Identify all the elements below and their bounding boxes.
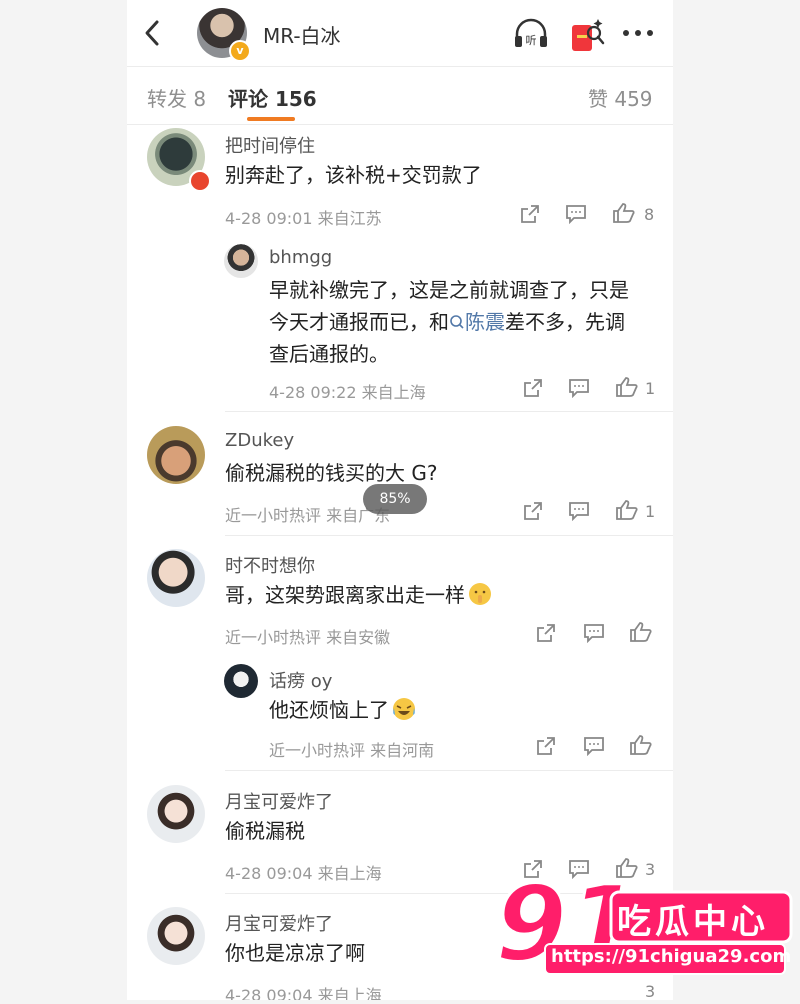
reply-icon[interactable]	[583, 623, 605, 643]
red-packet-search-icon[interactable]	[570, 17, 606, 53]
comment-meta: 近一小时热评 来自安徽	[225, 628, 391, 647]
reply-text-line: 早就补缴完了，这是之前就调查了，只是	[269, 278, 629, 302]
like-count: 1	[645, 379, 656, 398]
commenter-name[interactable]: ZDukey	[225, 430, 294, 451]
divider	[225, 770, 673, 771]
like-count: 8	[644, 205, 655, 224]
commenter-avatar[interactable]	[147, 785, 205, 843]
comment-text: 哥，这架势跟离家出走一样	[225, 579, 493, 611]
badge-icon	[189, 170, 211, 192]
shush-emoji-icon	[469, 583, 491, 605]
reply-name[interactable]: 话痨 oy	[269, 667, 332, 693]
like-count: 1	[645, 502, 656, 521]
laughing-crying-emoji-icon	[393, 698, 415, 720]
topic-link-text[interactable]: 陈震	[465, 310, 505, 334]
commenter-avatar[interactable]	[147, 426, 205, 484]
divider	[225, 411, 673, 412]
headphones-icon[interactable]: 听	[511, 17, 551, 51]
tab-bar: 转发 8 评论 156 赞 459	[127, 66, 673, 125]
commenter-name[interactable]: 月宝可爱炸了	[225, 910, 333, 936]
tab-reposts[interactable]: 转发 8	[147, 83, 206, 112]
like-icon[interactable]	[629, 734, 653, 756]
watermark-url: https://91chigua29.com	[551, 946, 792, 967]
reply-text-content: 他还烦恼上了	[269, 698, 389, 722]
page-title[interactable]: MR-白冰	[263, 20, 341, 49]
like-icon[interactable]	[612, 202, 636, 224]
repost-icon[interactable]	[522, 377, 544, 399]
reply-text-line: 差不多，先调	[505, 310, 625, 334]
comment-meta: 4-28 09:01 来自江苏	[225, 209, 382, 228]
comment-text: 你也是凉凉了啊	[225, 941, 365, 965]
reply-text-line: 查后通报的。	[269, 342, 389, 366]
reply-text-line: 今天才通报而已，和	[269, 310, 449, 334]
reply-icon[interactable]	[583, 736, 605, 756]
search-icon	[450, 315, 464, 329]
watermark-name: 吃瓜中心	[617, 902, 769, 942]
tab-comments[interactable]: 评论 156	[228, 83, 317, 112]
comment-text-content: 哥，这架势跟离家出走一样	[225, 583, 465, 607]
reply-icon[interactable]	[568, 378, 590, 398]
reply-avatar[interactable]	[224, 664, 258, 698]
reply-text: 早就补缴完了，这是之前就调查了，只是 今天才通报而已，和 陈震差不多，先调 查后通…	[269, 274, 649, 370]
repost-icon[interactable]	[535, 735, 557, 757]
like-icon[interactable]	[615, 376, 639, 398]
like-icon[interactable]	[615, 499, 639, 521]
comment-text: 偷税漏税	[225, 819, 305, 843]
reply-meta: 近一小时热评 来自河南	[269, 741, 435, 760]
site-watermark: 91 吃瓜中心 https://91chigua29.com	[493, 862, 800, 1000]
reply-text: 他还烦恼上了	[269, 694, 417, 726]
top-bar: v MR-白冰 听	[127, 0, 673, 67]
commenter-avatar[interactable]	[147, 907, 205, 965]
reply-icon[interactable]	[568, 501, 590, 521]
reply-meta: 4-28 09:22 来自上海	[269, 383, 426, 402]
reply-name[interactable]: bhmgg	[269, 247, 332, 268]
commenter-avatar[interactable]	[147, 549, 205, 607]
comment-meta: 4-28 09:04 来自上海	[225, 864, 382, 883]
back-arrow-icon[interactable]	[141, 18, 165, 48]
repost-icon[interactable]	[519, 203, 541, 225]
listen-label: 听	[526, 34, 537, 47]
divider	[225, 535, 673, 536]
comment-meta: 4-28 09:04 来自上海	[225, 986, 382, 1000]
verified-badge: v	[229, 40, 251, 62]
tab-likes[interactable]: 赞 459	[588, 83, 653, 112]
commenter-name[interactable]: 把时间停住	[225, 132, 315, 158]
active-tab-indicator	[247, 117, 295, 121]
topic-link[interactable]: 陈震	[449, 310, 505, 334]
comment-text: 别奔赴了，该补税+交罚款了	[225, 163, 482, 187]
reply-icon[interactable]	[565, 204, 587, 224]
repost-icon[interactable]	[522, 500, 544, 522]
reply-avatar[interactable]	[224, 244, 258, 278]
commenter-name[interactable]: 月宝可爱炸了	[225, 788, 333, 814]
scroll-progress-toast: 85%	[363, 484, 427, 514]
repost-icon[interactable]	[535, 622, 557, 644]
more-icon[interactable]	[621, 22, 655, 44]
like-icon[interactable]	[629, 621, 653, 643]
commenter-name[interactable]: 时不时想你	[225, 552, 315, 578]
